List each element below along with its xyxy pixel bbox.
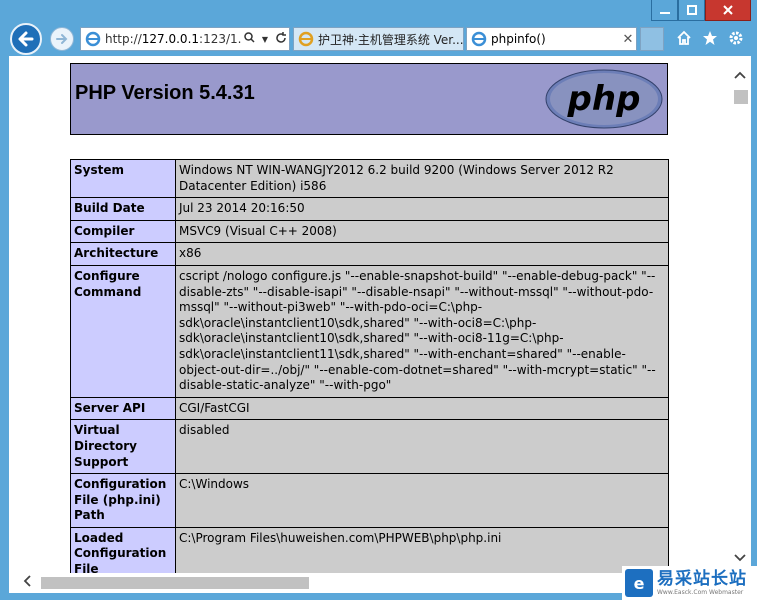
- table-row: Compiler MSVC9 (Visual C++ 2008): [70, 219, 669, 244]
- php-logo: php: [545, 69, 663, 129]
- scroll-left-icon[interactable]: [23, 575, 31, 591]
- url-host: 127.0.0.1: [141, 32, 200, 46]
- table-row: System Windows NT WIN-WANGJY2012 6.2 bui…: [70, 158, 669, 199]
- url-rest: :123/1.p: [199, 32, 241, 46]
- row-key: Architecture: [70, 242, 176, 266]
- row-value: C:\Windows: [175, 473, 669, 528]
- back-button[interactable]: [10, 23, 42, 55]
- browser-window: http://127.0.0.1:123/1.p ▼ 护卫神·主机管理系统 Ve…: [0, 0, 757, 600]
- close-tab-icon[interactable]: ✕: [620, 32, 636, 47]
- horizontal-scroll-thumb[interactable]: [41, 577, 309, 589]
- row-key: Configuration File (php.ini) Path: [70, 473, 176, 528]
- row-key: Loaded Configuration File: [70, 526, 176, 573]
- minimize-icon: [659, 12, 670, 14]
- row-value: CGI/FastCGI: [175, 396, 669, 421]
- row-key: Server API: [70, 396, 176, 421]
- watermark-text: 易采站长站 Www.Easck.Com Webmaster: [657, 568, 747, 597]
- maximize-icon: [686, 5, 697, 15]
- row-value: MSVC9 (Visual C++ 2008): [175, 219, 669, 244]
- watermark-name: 易采站长站: [657, 568, 747, 589]
- address-url[interactable]: http://127.0.0.1:123/1.p: [105, 32, 241, 46]
- row-key: System: [70, 158, 176, 199]
- row-value: cscript /nologo configure.js "--enable-s…: [175, 264, 669, 398]
- new-tab-button[interactable]: [640, 27, 664, 51]
- table-row: Architecture x86: [70, 242, 669, 266]
- site-watermark: e 易采站长站 Www.Easck.Com Webmaster: [622, 566, 757, 600]
- maximize-button[interactable]: [678, 0, 705, 21]
- row-value: Jul 23 2014 20:16:50: [175, 197, 669, 221]
- favorites-star-icon[interactable]: [701, 29, 719, 47]
- table-row: Loaded Configuration File C:\Program Fil…: [70, 526, 669, 573]
- table-row: Server API CGI/FastCGI: [70, 396, 669, 421]
- row-value: Windows NT WIN-WANGJY2012 6.2 build 9200…: [175, 158, 669, 199]
- tab-title: phpinfo(): [491, 32, 546, 46]
- search-icon[interactable]: [241, 32, 257, 46]
- dropdown-icon[interactable]: ▼: [257, 35, 273, 44]
- row-value: x86: [175, 242, 669, 266]
- table-row: Virtual Directory Support disabled: [70, 419, 669, 475]
- close-window-button[interactable]: [705, 0, 751, 21]
- vertical-scroll-thumb[interactable]: [734, 90, 748, 104]
- row-key: Virtual Directory Support: [70, 419, 176, 475]
- forward-button[interactable]: [50, 27, 74, 51]
- page-title: PHP Version 5.4.31: [75, 82, 255, 104]
- forward-arrow-icon: [56, 34, 68, 44]
- table-row: Build Date Jul 23 2014 20:16:50: [70, 197, 669, 221]
- navigation-bar: http://127.0.0.1:123/1.p ▼ 护卫神·主机管理系统 Ve…: [0, 20, 757, 56]
- address-bar[interactable]: http://127.0.0.1:123/1.p ▼: [80, 27, 290, 51]
- url-prefix: http://: [105, 32, 142, 46]
- row-key: Build Date: [70, 197, 176, 221]
- row-key: Configure Command: [70, 264, 176, 398]
- window-caption-buttons: [651, 0, 751, 21]
- watermark-sub: Www.Easck.Com Webmaster: [657, 588, 744, 596]
- row-value: C:\Program Files\huweishen.com\PHPWEB\ph…: [175, 526, 669, 573]
- home-icon[interactable]: [675, 29, 693, 47]
- refresh-icon[interactable]: [273, 31, 289, 47]
- vertical-scrollbar[interactable]: [731, 56, 751, 573]
- watermark-logo: e: [625, 569, 653, 597]
- php-version-header: PHP Version 5.4.31 php: [70, 63, 668, 135]
- close-icon: [723, 5, 733, 15]
- page-viewport: PHP Version 5.4.31 php System Windows NT…: [9, 56, 731, 573]
- minimize-button[interactable]: [651, 0, 678, 21]
- table-row: Configuration File (php.ini) Path C:\Win…: [70, 473, 669, 528]
- settings-gear-icon[interactable]: [727, 29, 745, 47]
- browser-toolbar-icons: [675, 29, 745, 47]
- row-value: disabled: [175, 419, 669, 475]
- ie-tab-icon: [471, 31, 487, 47]
- scroll-up-icon[interactable]: [734, 68, 746, 82]
- tab-phpinfo[interactable]: phpinfo() ✕: [466, 27, 637, 51]
- row-key: Compiler: [70, 219, 176, 244]
- phpinfo-table: System Windows NT WIN-WANGJY2012 6.2 bui…: [70, 158, 669, 573]
- scroll-down-icon[interactable]: [734, 551, 746, 565]
- back-arrow-icon: [18, 31, 34, 47]
- tab-title: 护卫神·主机管理系统 Ver...: [318, 32, 463, 47]
- table-row: Configure Command cscript /nologo config…: [70, 264, 669, 398]
- ie-page-icon: [85, 31, 101, 47]
- ie-tab-icon: [298, 31, 314, 47]
- tab-host-management[interactable]: 护卫神·主机管理系统 Ver...: [293, 27, 464, 51]
- svg-text:php: php: [567, 79, 641, 119]
